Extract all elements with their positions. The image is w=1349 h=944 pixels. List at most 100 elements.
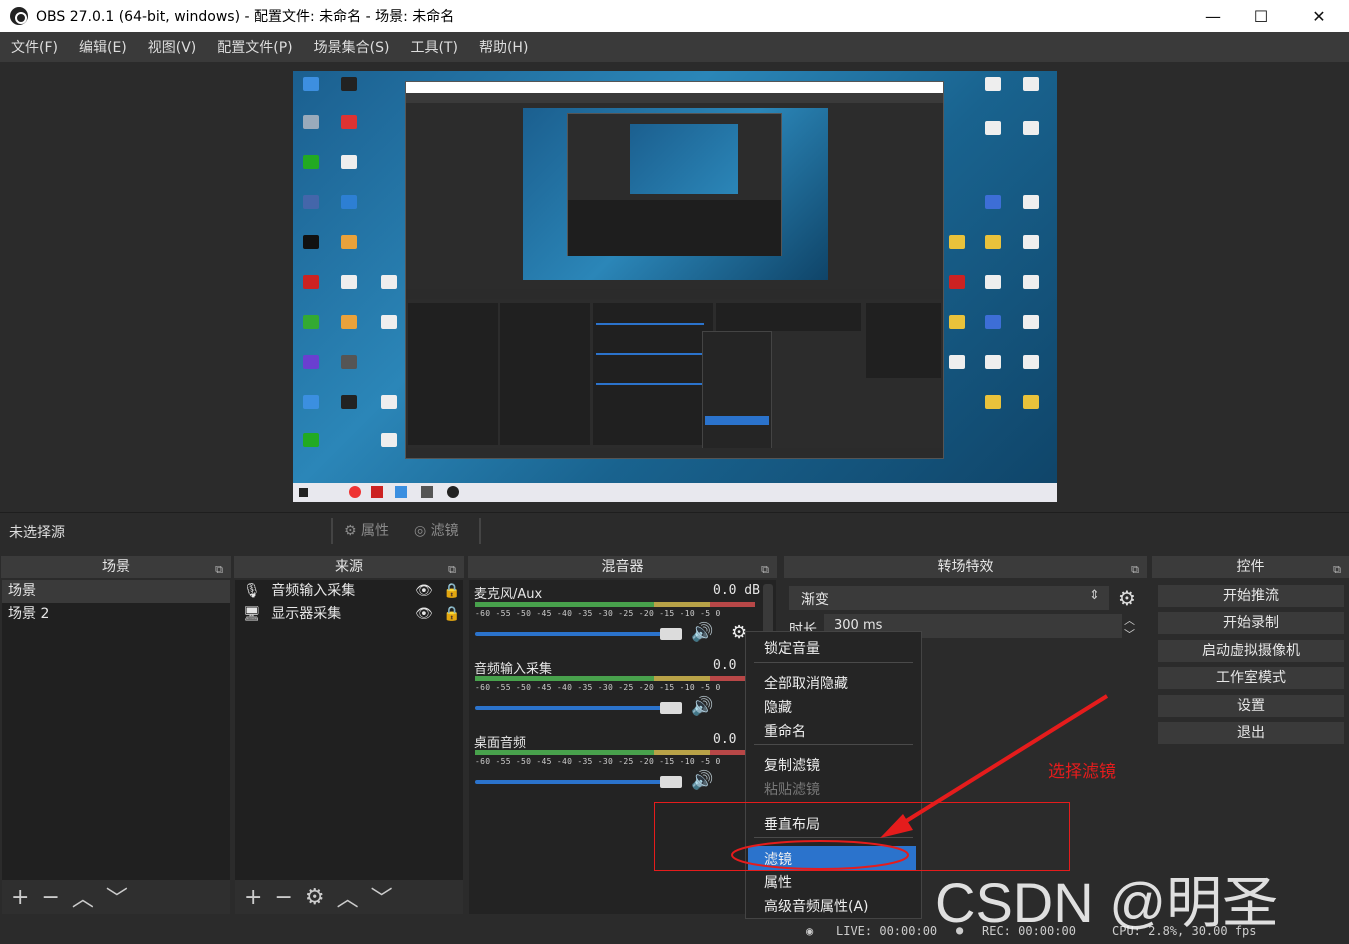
volume-meter [475,750,755,755]
menu-lock-volume[interactable]: 锁定音量 [764,638,820,658]
chevron-down-icon[interactable]: ﹀ [1124,626,1135,642]
float-icon[interactable]: ⧉ [1131,559,1139,581]
desktop-icon [303,395,319,409]
nested-mixer [593,303,713,445]
properties-button[interactable]: ⚙ 属性 [344,520,389,540]
desktop-icon [985,395,1001,409]
meter-ticks: -60 -55 -50 -45 -40 -35 -30 -25 -20 -15 … [475,683,721,692]
sources-dock: 来源 ⧉ 🎙 音频输入采集 👁 🔒 🖥 显示器采集 👁 🔒 + − ⚙ ︿ ﹀ [234,556,464,914]
desktop-icon [341,195,357,209]
float-icon[interactable]: ⧉ [1333,559,1341,581]
move-up-icon[interactable]: ︿ [72,881,94,913]
speaker-icon[interactable]: 🔊 [691,696,713,717]
eye-icon[interactable]: 👁 [415,580,433,603]
desktop-icon [949,315,965,329]
transition-select[interactable]: 渐变 ⇕ [789,586,1109,610]
menu-file[interactable]: 文件(F) [11,37,58,57]
title-bar: OBS 27.0.1 (64-bit, windows) - 配置文件: 未命名… [0,0,1349,32]
nested-context-menu [702,331,772,451]
desktop-icon [303,195,319,209]
close-button[interactable]: ✕ [1296,0,1342,32]
nested-transitions [716,303,861,331]
meter-ticks: -60 -55 -50 -45 -40 -35 -30 -25 -20 -15 … [475,609,721,618]
desktop-icon [303,115,319,129]
nested-source-bar [406,289,943,299]
add-source-icon[interactable]: + [244,885,262,910]
remove-scene-icon[interactable]: − [41,885,59,910]
nested-obs-window [405,81,944,459]
desktop-icon [303,77,319,91]
desktop-icon [985,77,1001,91]
channel-volume: 0.0 [713,658,737,673]
live-timer: LIVE: 00:00:00 [836,924,938,938]
remove-source-icon[interactable]: − [274,885,292,910]
float-icon[interactable]: ⧉ [215,559,223,581]
meter-ticks: -60 -55 -50 -45 -40 -35 -30 -25 -20 -15 … [475,757,721,766]
speaker-icon[interactable]: 🔊 [691,770,713,791]
start-streaming-button[interactable]: 开始推流 [1158,585,1344,607]
move-up-icon[interactable]: ︿ [337,881,359,913]
properties-label: 属性 [361,523,390,539]
volume-slider[interactable] [475,706,680,710]
desktop-icon [1023,195,1039,209]
desktop-icon [381,395,397,409]
source-item[interactable]: 🎙 音频输入采集 👁 🔒 [235,580,463,603]
volume-slider[interactable] [475,632,680,636]
scene-item[interactable]: 场景 [2,580,230,603]
desktop-icon [303,433,319,447]
menu-edit[interactable]: 编辑(E) [79,37,127,57]
menu-scene-collection[interactable]: 场景集合(S) [314,37,390,57]
source-item[interactable]: 🖥 显示器采集 👁 🔒 [235,603,463,626]
desktop-icon [949,355,965,369]
move-down-icon[interactable]: ﹀ [106,881,128,913]
chevron-updown-icon: ⇕ [1089,588,1100,603]
desktop-icon [1023,235,1039,249]
add-scene-icon[interactable]: + [11,885,29,910]
slider-knob[interactable] [660,776,682,788]
menu-advanced-audio[interactable]: 高级音频属性(A) [764,896,869,916]
menu-tools[interactable]: 工具(T) [410,37,457,57]
desktop-icon [303,235,319,249]
controls-title: 控件 [1236,559,1265,575]
obs-logo-icon [10,7,28,25]
transition-selected: 渐变 [801,592,829,608]
filters-label: 滤镜 [430,523,459,539]
desktop-icon [985,275,1001,289]
slider-knob[interactable] [660,628,682,640]
desktop-icon [1023,315,1039,329]
settings-button[interactable]: 设置 [1158,695,1344,717]
desktop-icon [985,235,1001,249]
source-label: 音频输入采集 [271,583,356,599]
exit-button[interactable]: 退出 [1158,722,1344,744]
nested-scenes [408,303,498,445]
filters-button[interactable]: ◎ 滤镜 [414,520,459,540]
sources-header: 来源 ⧉ [234,556,464,578]
menu-view[interactable]: 视图(V) [148,37,197,57]
start-recording-button[interactable]: 开始录制 [1158,612,1344,634]
source-label: 显示器采集 [271,606,342,622]
menu-help[interactable]: 帮助(H) [479,37,528,57]
float-icon[interactable]: ⧉ [448,559,456,581]
scene-item[interactable]: 场景 2 [2,603,230,626]
maximize-button[interactable]: ☐ [1238,0,1284,32]
lock-icon[interactable]: 🔒 [443,603,460,626]
transition-gear-icon[interactable]: ⚙ [1118,586,1136,610]
eye-icon[interactable]: 👁 [415,603,433,626]
lock-icon[interactable]: 🔒 [443,580,460,603]
volume-slider[interactable] [475,780,680,784]
speaker-icon[interactable]: 🔊 [691,622,713,643]
source-settings-icon[interactable]: ⚙ [305,885,325,910]
slider-knob[interactable] [660,702,682,714]
desktop-icon [341,395,357,409]
volume-meter [475,602,755,607]
transitions-header: 转场特效 ⧉ [784,556,1147,578]
studio-mode-button[interactable]: 工作室模式 [1158,667,1344,689]
nested-preview [523,108,828,280]
windows-start-icon [299,488,308,497]
start-virtual-camera-button[interactable]: 启动虚拟摄像机 [1158,640,1344,662]
desktop-icon [985,195,1001,209]
menu-profile[interactable]: 配置文件(P) [217,37,292,57]
minimize-button[interactable]: — [1190,0,1236,32]
float-icon[interactable]: ⧉ [761,559,769,581]
move-down-icon[interactable]: ﹀ [371,881,393,913]
